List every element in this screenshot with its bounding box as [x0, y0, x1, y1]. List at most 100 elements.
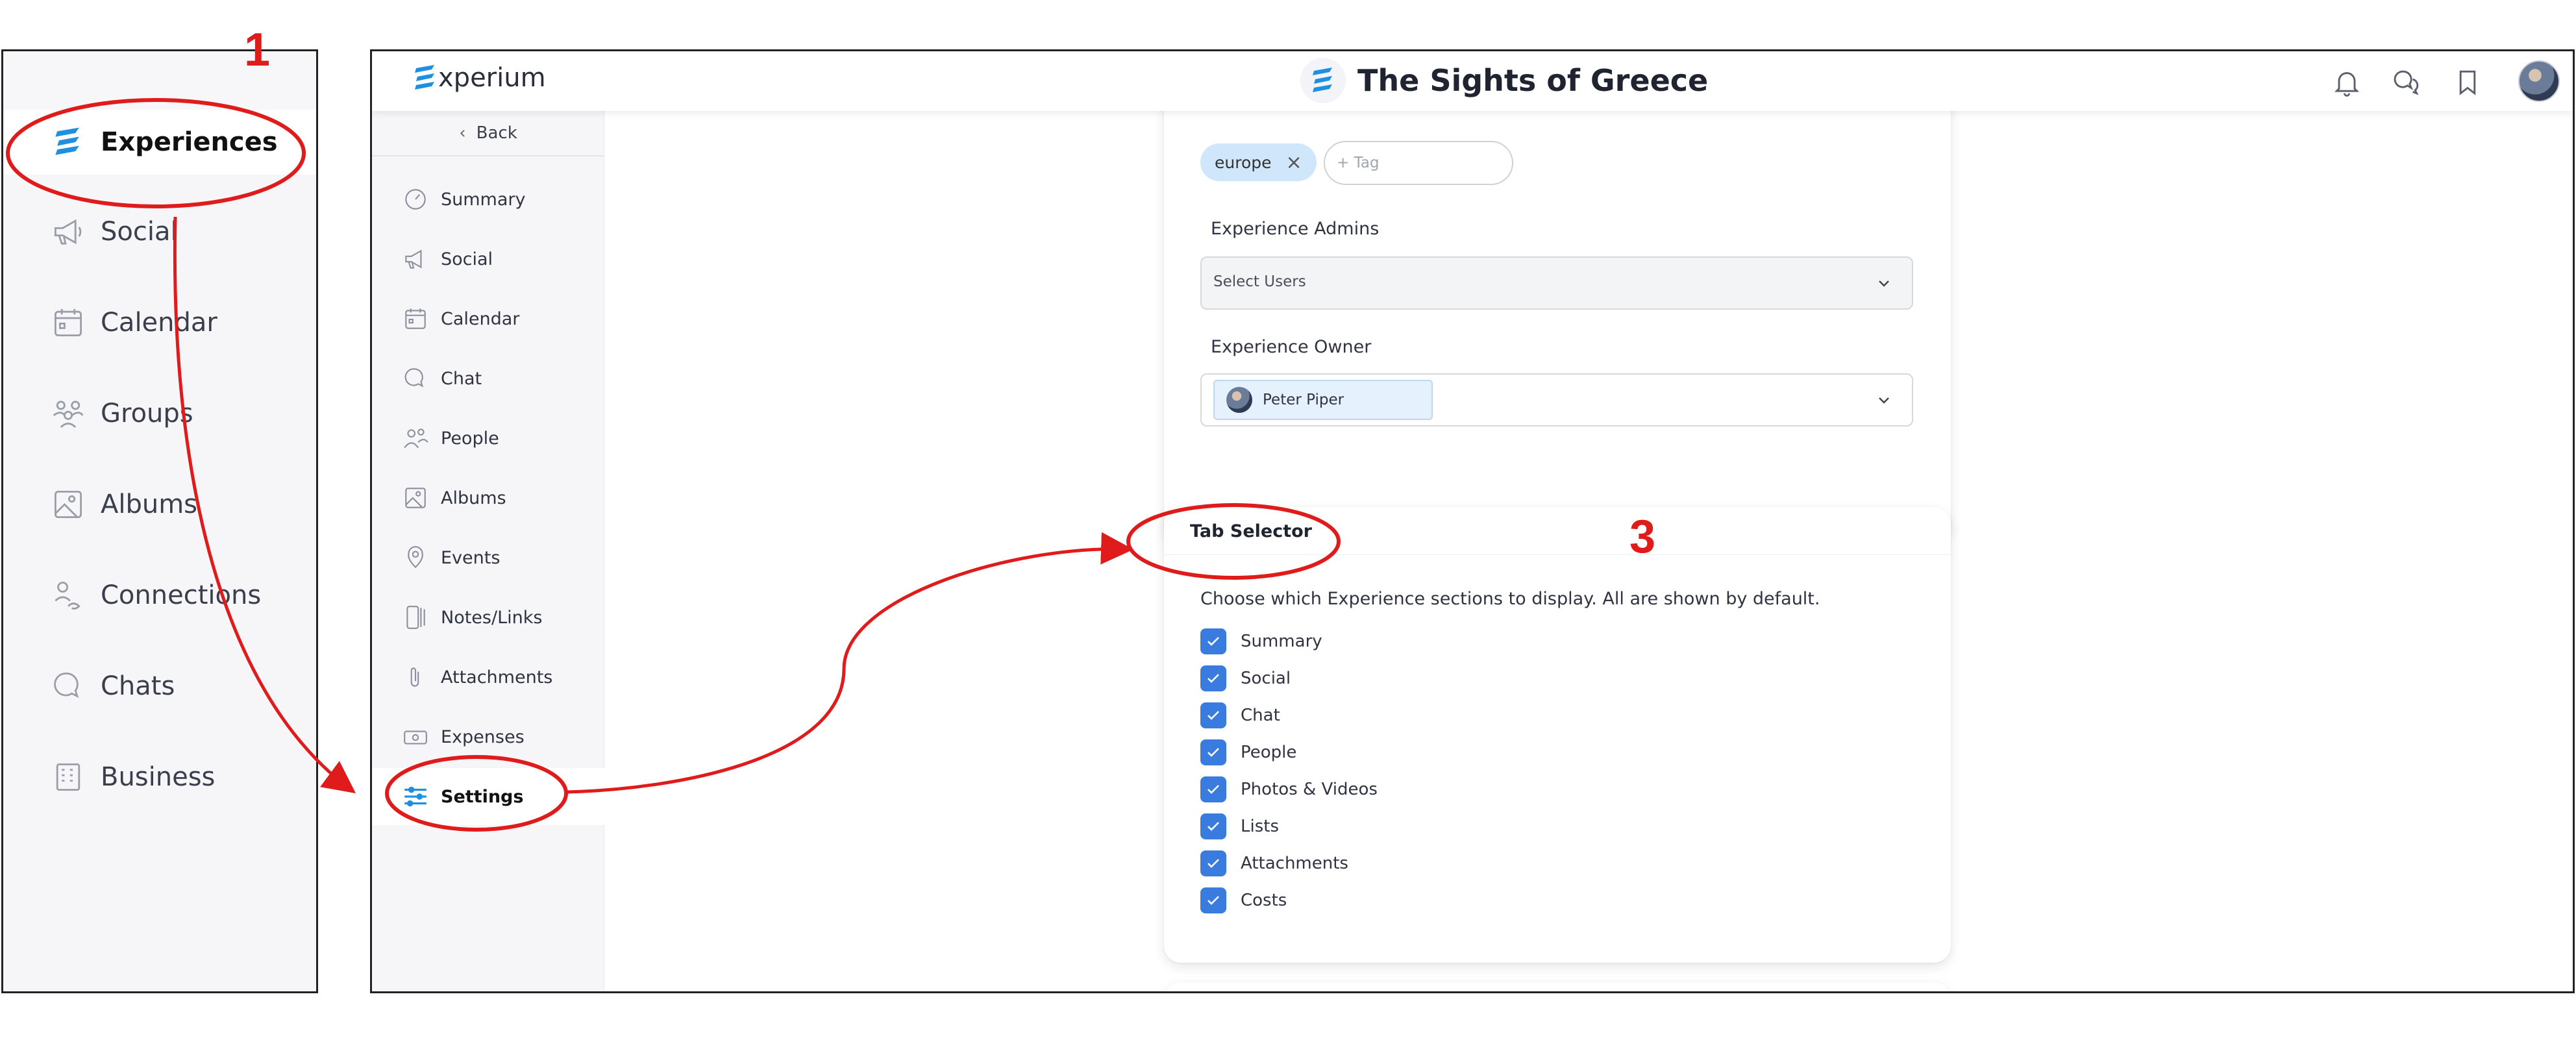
- megaphone-icon: [50, 214, 86, 250]
- megaphone-icon: [402, 245, 429, 273]
- sidebar-item-label: Expenses: [441, 726, 525, 747]
- checkbox[interactable]: [1200, 887, 1226, 913]
- sidebar-item-calendar[interactable]: Calendar: [372, 290, 604, 347]
- chat-bubbles-icon: [50, 668, 86, 704]
- experium-logo-icon: [50, 124, 86, 160]
- checkbox-label: Lists: [1241, 817, 1279, 836]
- groups-icon: [50, 395, 86, 432]
- tab-option-photos-videos[interactable]: Photos & Videos: [1200, 774, 1378, 804]
- check-icon: [1208, 748, 1219, 757]
- sidebar-item-people[interactable]: People: [372, 410, 604, 467]
- image-icon: [402, 484, 429, 512]
- zoom-sidebar-item-chats[interactable]: Chats: [3, 654, 316, 719]
- sidebar: ‹ Back Summary Social Calendar Chat Peop…: [372, 111, 604, 991]
- chat-bubbles-icon: [402, 365, 429, 392]
- admins-placeholder: Select Users: [1213, 273, 1306, 290]
- admins-label: Experience Admins: [1211, 219, 1380, 239]
- checkbox[interactable]: [1200, 850, 1226, 876]
- sidebar-item-label: People: [441, 428, 499, 449]
- check-icon: [1208, 896, 1219, 905]
- chevron-down-icon: [1874, 273, 1894, 293]
- zoom-sidebar-item-business[interactable]: Business: [3, 745, 316, 810]
- check-icon: [1208, 637, 1219, 646]
- zoom-sidebar-item-social[interactable]: Social: [3, 199, 316, 264]
- sidebar-item-label: Notes/Links: [441, 607, 543, 628]
- tab-option-social[interactable]: Social: [1200, 663, 1291, 693]
- tab-option-attachments[interactable]: Attachments: [1200, 849, 1348, 878]
- user-avatar[interactable]: [2518, 60, 2560, 102]
- checkbox[interactable]: [1200, 739, 1226, 765]
- checkbox[interactable]: [1200, 665, 1226, 691]
- sidebar-item-label: Attachments: [441, 667, 553, 688]
- checkbox[interactable]: [1200, 813, 1226, 839]
- app-window: xperium The Sights of Greece ‹ Back Summ…: [370, 49, 2575, 993]
- next-card: [1164, 982, 1951, 991]
- chat-bubbles-icon[interactable]: [2391, 67, 2422, 98]
- sidebar-item-albums[interactable]: Albums: [372, 469, 604, 526]
- owner-label: Experience Owner: [1211, 337, 1372, 357]
- tab-option-chat[interactable]: Chat: [1200, 700, 1280, 730]
- checkbox-label: Photos & Videos: [1241, 780, 1378, 799]
- chevron-left-icon: ‹: [459, 123, 466, 143]
- page-title: The Sights of Greece: [1357, 63, 1709, 98]
- sidebar-item-label: Social: [441, 249, 493, 269]
- check-icon: [1208, 674, 1219, 683]
- zoom-sidebar-label: Calendar: [101, 308, 217, 338]
- calendar-icon: [402, 305, 429, 332]
- owner-chip[interactable]: Peter Piper: [1213, 380, 1433, 420]
- sidebar-item-label: Calendar: [441, 308, 520, 329]
- sidebar-item-label: Chat: [441, 368, 482, 389]
- tag-input[interactable]: + Tag: [1324, 141, 1513, 185]
- zoom-sidebar-item-experiences[interactable]: Experiences: [3, 110, 316, 175]
- sidebar-item-label: Albums: [441, 488, 506, 508]
- checkbox[interactable]: [1200, 702, 1226, 728]
- calendar-icon: [50, 304, 86, 341]
- sidebar-item-expenses[interactable]: Expenses: [372, 708, 604, 765]
- close-icon[interactable]: ×: [1286, 151, 1302, 174]
- sidebar-item-settings[interactable]: Settings: [372, 768, 604, 825]
- app-logo[interactable]: xperium: [412, 63, 546, 93]
- zoom-sidebar-item-connections[interactable]: Connections: [3, 563, 316, 628]
- zoom-sidebar-label: Albums: [101, 489, 198, 519]
- zoom-sidebar-item-groups[interactable]: Groups: [3, 381, 316, 446]
- checkbox-label: Costs: [1241, 891, 1287, 910]
- tag-label: europe: [1215, 153, 1272, 172]
- back-label: Back: [476, 123, 517, 143]
- checkbox[interactable]: [1200, 628, 1226, 654]
- tab-selector-header: Tab Selector: [1164, 507, 1951, 555]
- zoom-sidebar-item-albums[interactable]: Albums: [3, 472, 316, 537]
- sidebar-item-notes-links[interactable]: Notes/Links: [372, 589, 604, 646]
- sidebar-item-social[interactable]: Social: [372, 230, 604, 288]
- avatar: [1226, 387, 1252, 413]
- bell-icon[interactable]: [2331, 67, 2362, 98]
- tag-chip[interactable]: europe ×: [1200, 143, 1317, 181]
- zoom-sidebar-label: Groups: [101, 399, 193, 428]
- notes-icon: [402, 604, 429, 631]
- logo-text: xperium: [438, 63, 546, 93]
- tab-option-costs[interactable]: Costs: [1200, 886, 1287, 915]
- tab-option-summary[interactable]: Summary: [1200, 626, 1322, 656]
- sidebar-item-attachments[interactable]: Attachments: [372, 649, 604, 706]
- sidebar-item-chat[interactable]: Chat: [372, 350, 604, 407]
- tab-option-people[interactable]: People: [1200, 737, 1296, 767]
- experience-settings-card: ∕∕ europe × + Tag Experience Admins Sele…: [1164, 51, 1951, 542]
- tab-option-lists[interactable]: Lists: [1200, 811, 1279, 841]
- money-icon: [402, 723, 429, 750]
- sidebar-item-summary[interactable]: Summary: [372, 171, 604, 228]
- people-icon: [402, 425, 429, 452]
- step-number-3: 3: [1629, 511, 1656, 563]
- gauge-icon: [402, 186, 429, 213]
- back-link[interactable]: ‹ Back: [372, 111, 604, 156]
- checkbox[interactable]: [1200, 776, 1226, 802]
- zoom-sidebar-item-calendar[interactable]: Calendar: [3, 290, 316, 355]
- admins-select[interactable]: Select Users: [1200, 256, 1913, 310]
- checkbox-label: Attachments: [1241, 854, 1348, 873]
- bookmark-icon[interactable]: [2452, 67, 2483, 98]
- tab-selector-description: Choose which Experience sections to disp…: [1200, 589, 1820, 609]
- sidebar-item-events[interactable]: Events: [372, 529, 604, 586]
- owner-select[interactable]: Peter Piper: [1200, 373, 1913, 427]
- experience-title-group: The Sights of Greece: [1300, 58, 1708, 103]
- location-pin-icon: [402, 544, 429, 571]
- checkbox-label: People: [1241, 743, 1297, 762]
- tab-selector-card: Tab Selector Choose which Experience sec…: [1164, 507, 1951, 963]
